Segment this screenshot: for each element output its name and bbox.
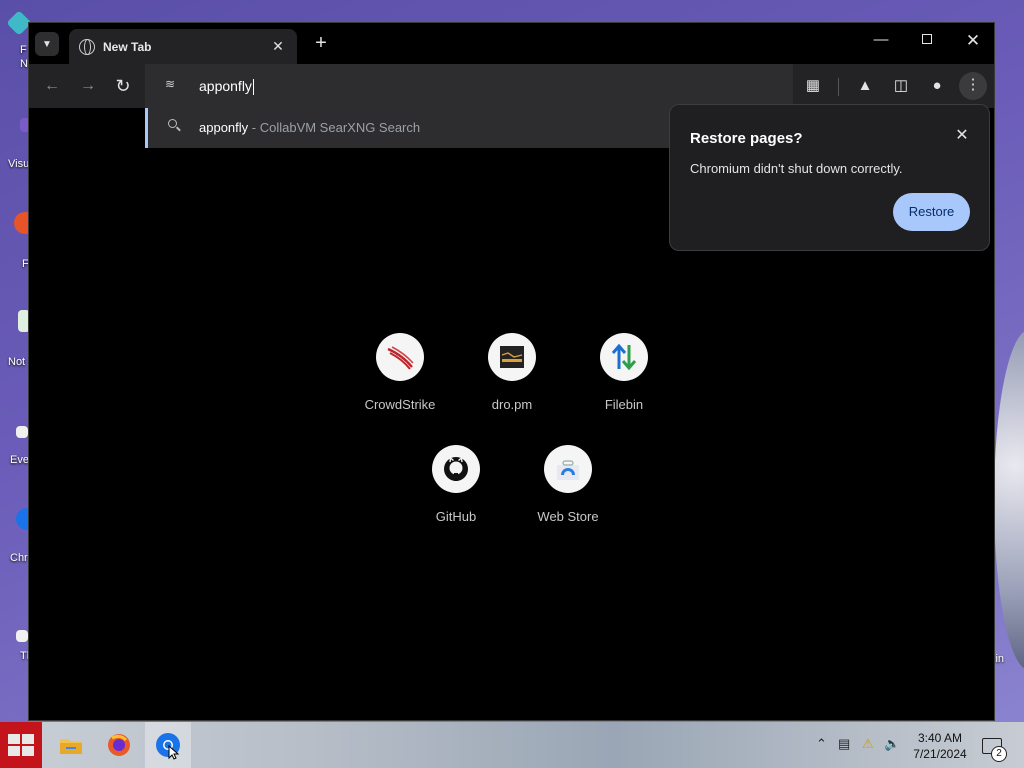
desktop-icon-label: N	[20, 58, 28, 70]
shortcut-label: Filebin	[604, 397, 644, 412]
title-bar: ▼ New Tab ✕ + — ✕	[29, 23, 994, 64]
taskbar-chromium[interactable]	[145, 722, 191, 768]
start-button[interactable]	[0, 722, 42, 768]
tab-search-button[interactable]: ▼	[35, 32, 59, 56]
app-icon	[16, 426, 28, 438]
new-tab-button[interactable]: +	[309, 32, 333, 54]
desktop-icon-1[interactable]: F N	[4, 10, 32, 70]
notification-badge: 2	[991, 746, 1007, 762]
warning-icon[interactable]: ⚠	[862, 736, 874, 752]
restore-pages-dialog: Restore pages? Chromium didn't shut down…	[669, 104, 990, 251]
desktop-icon-label: Not	[8, 356, 26, 368]
clock-time: 3:40 AM	[917, 731, 963, 745]
tab-new-tab[interactable]: New Tab ✕	[69, 29, 297, 64]
webstore-icon	[544, 445, 592, 493]
taskbar-firefox[interactable]	[104, 730, 134, 760]
forward-button[interactable]: →	[77, 76, 99, 98]
minimize-button[interactable]: —	[861, 31, 901, 48]
browser-window: ▼ New Tab ✕ + — ✕ ← → ↻ ≋ apponfly ▦ ▲ ◫…	[28, 22, 995, 721]
shortcut-label: CrowdStrike	[364, 397, 436, 412]
shortcut-tile[interactable]: dro.pm	[456, 333, 568, 412]
clock[interactable]: 3:40 AM 7/21/2024	[905, 730, 975, 762]
close-icon: ✕	[965, 31, 981, 50]
text-caret	[252, 79, 254, 96]
reload-button[interactable]: ↻	[112, 76, 134, 98]
wallpaper-planet	[994, 330, 1024, 670]
more-vertical-icon: ⋮	[965, 76, 981, 93]
github-icon	[432, 445, 480, 493]
desktop-icon-5[interactable]: Eve	[4, 408, 30, 466]
minimize-icon: —	[873, 31, 889, 48]
back-button[interactable]: ←	[41, 76, 63, 98]
flask-icon: ▲	[857, 77, 873, 94]
site-info-icon[interactable]: ≋	[165, 77, 181, 93]
shortcut-label: Web Store	[537, 509, 599, 524]
desktop-icon-2[interactable]: Visu	[4, 118, 30, 170]
shortcut-label: dro.pm	[491, 397, 533, 412]
desktop-icon-7[interactable]: Th	[4, 606, 33, 662]
desktop-icon-label: Chr	[10, 552, 28, 564]
network-icon[interactable]: ▤	[838, 736, 850, 752]
volume-muted-icon[interactable]: 🔈	[884, 736, 900, 752]
tab-close-button[interactable]: ✕	[269, 38, 287, 55]
close-icon: ✕	[955, 127, 969, 144]
dialog-message: Chromium didn't shut down correctly.	[690, 161, 903, 176]
shortcut-tile[interactable]: Web Store	[512, 445, 624, 524]
address-input[interactable]: apponfly	[199, 78, 254, 96]
menu-button[interactable]: ⋮	[959, 72, 987, 100]
chevron-down-icon: ▼	[42, 38, 52, 50]
suggestion-separator: -	[248, 120, 260, 135]
desktop-icon-6[interactable]: Chr	[4, 508, 38, 564]
app-icon	[16, 630, 28, 642]
side-panel-icon: ◫	[893, 77, 909, 94]
firefox-icon	[108, 734, 130, 756]
maximize-button[interactable]	[907, 31, 947, 48]
arrow-right-icon: →	[80, 77, 96, 94]
dialog-title: Restore pages?	[690, 130, 803, 147]
arrow-left-icon: ←	[44, 77, 60, 94]
filebin-icon	[600, 333, 648, 381]
labs-button[interactable]: ▲	[853, 75, 877, 99]
plus-icon: +	[315, 32, 327, 54]
shortcut-tile[interactable]: Filebin	[568, 333, 680, 412]
dropm-icon	[488, 333, 536, 381]
toolbar-divider	[838, 78, 839, 96]
taskbar: ⌃ ▤ ⚠ 🔈 3:40 AM 7/21/2024 2	[0, 722, 1024, 768]
desktop-icon-label: F	[20, 44, 27, 56]
toolbar: ← → ↻ ≋ apponfly ▦ ▲ ◫ ● ⋮	[29, 64, 994, 108]
crowdstrike-icon	[376, 333, 424, 381]
extensions-button[interactable]: ▦	[801, 75, 825, 99]
dialog-close-button[interactable]: ✕	[952, 126, 972, 146]
profile-button[interactable]: ●	[925, 75, 949, 99]
taskbar-file-explorer[interactable]	[56, 730, 86, 760]
suggestion-engine: CollabVM SearXNG Search	[259, 120, 421, 135]
desktop-icon-label: Visu	[8, 158, 30, 170]
address-bar[interactable]: ≋ apponfly	[145, 64, 793, 108]
suggestion-text: apponfly - CollabVM SearXNG Search	[199, 120, 420, 135]
person-icon: ●	[932, 77, 942, 94]
maximize-icon	[922, 34, 932, 44]
show-hidden-icons-button[interactable]: ⌃	[816, 736, 827, 752]
shortcut-tile[interactable]: GitHub	[400, 445, 512, 524]
shortcut-tile[interactable]: CrowdStrike	[344, 333, 456, 412]
address-text: apponfly	[199, 78, 252, 94]
tab-title: New Tab	[103, 39, 152, 54]
clock-date: 7/21/2024	[913, 747, 967, 761]
chromium-icon	[156, 733, 180, 760]
close-window-button[interactable]: ✕	[953, 31, 993, 51]
desktop-icon-4[interactable]: Not	[4, 310, 30, 368]
desktop-icon-label: Eve	[10, 454, 29, 466]
puzzle-icon: ▦	[805, 77, 821, 94]
folder-icon	[60, 739, 82, 754]
desktop-icon-label: in	[995, 653, 1004, 665]
side-panel-button[interactable]: ◫	[889, 75, 913, 99]
restore-button[interactable]: Restore	[893, 193, 970, 231]
suggestion-query: apponfly	[199, 120, 249, 135]
desktop-icon-3[interactable]: F	[4, 212, 36, 270]
search-icon	[168, 119, 182, 133]
globe-icon	[79, 38, 95, 55]
shortcut-label: GitHub	[435, 509, 477, 524]
reload-icon: ↻	[115, 76, 131, 96]
